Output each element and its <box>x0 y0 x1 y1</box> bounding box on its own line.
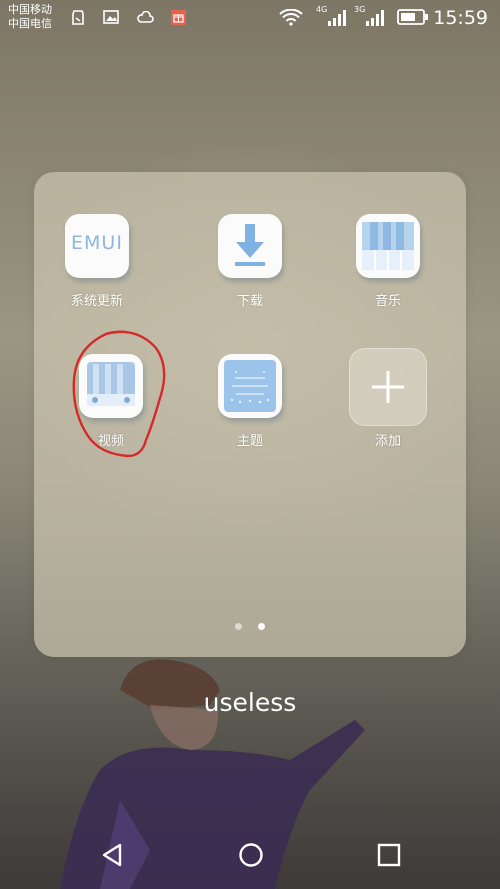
app-label: 下载 <box>236 294 263 309</box>
image-icon <box>102 8 120 26</box>
gift-icon <box>170 8 186 26</box>
battery-icon <box>396 8 430 26</box>
recents-icon[interactable] <box>374 840 404 870</box>
carrier-1: 中国移动 <box>8 3 52 16</box>
plus-icon <box>349 348 427 426</box>
page-dot-active <box>257 623 265 630</box>
page-indicator <box>34 615 466 634</box>
carrier-2: 中国电信 <box>8 17 52 30</box>
app-label: 添加 <box>374 434 401 449</box>
download-icon <box>218 214 282 278</box>
app-theme[interactable]: 主题 <box>195 354 305 449</box>
back-icon[interactable] <box>98 840 128 870</box>
navigation-bar <box>0 826 500 884</box>
clean-icon <box>70 8 86 26</box>
wifi-icon <box>278 8 304 26</box>
page-dot <box>235 623 243 630</box>
app-label: 主题 <box>236 434 263 449</box>
home-icon[interactable] <box>236 840 266 870</box>
app-music[interactable]: 音乐 <box>333 214 443 309</box>
add-app-button[interactable]: 添加 <box>333 348 443 449</box>
piano-icon <box>356 214 420 278</box>
emui-logo: EMUI <box>71 232 123 254</box>
app-download[interactable]: 下载 <box>195 214 305 309</box>
folder-name[interactable]: useless <box>0 688 500 717</box>
signal-icon: 3G <box>354 5 386 26</box>
cloud-icon <box>135 8 155 26</box>
status-bar: 中国移动 中国电信 4G 3G 15:59 <box>0 0 500 36</box>
carrier-info: 中国移动 中国电信 <box>8 3 52 31</box>
app-video[interactable]: 视频 <box>56 354 166 449</box>
theme-icon <box>218 354 282 418</box>
emui-icon: EMUI <box>65 214 129 278</box>
app-label: 系统更新 <box>70 294 123 309</box>
app-folder: EMUI 系统更新 下载 音乐 视频 主题 添加 <box>34 172 466 657</box>
app-label: 视频 <box>97 434 124 449</box>
video-icon <box>79 354 143 418</box>
clock: 15:59 <box>433 7 488 29</box>
app-system-update[interactable]: EMUI 系统更新 <box>42 214 152 309</box>
app-label: 音乐 <box>374 294 401 309</box>
signal-icon: 4G <box>316 5 348 26</box>
